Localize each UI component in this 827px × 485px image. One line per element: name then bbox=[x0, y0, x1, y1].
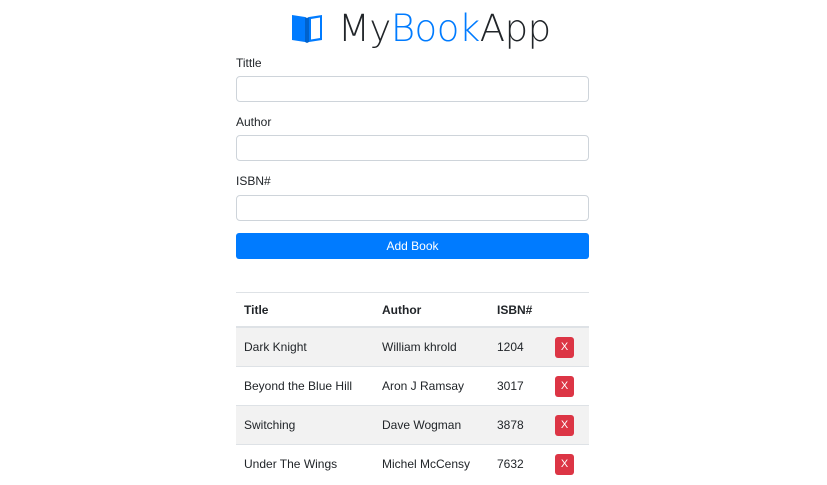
app-title: MyBookApp bbox=[338, 10, 551, 47]
book-isbn-cell: 3878 bbox=[489, 405, 547, 445]
isbn-label: ISBN# bbox=[236, 174, 271, 188]
book-actions-cell: X bbox=[547, 444, 589, 483]
book-title-cell: Beyond the Blue Hill bbox=[236, 366, 374, 406]
column-header-title: Title bbox=[236, 292, 374, 328]
column-header-actions bbox=[547, 292, 589, 328]
author-input[interactable] bbox=[236, 135, 589, 161]
isbn-input[interactable] bbox=[236, 195, 589, 221]
brand-prefix: My bbox=[338, 6, 391, 50]
book-title-cell: Switching bbox=[236, 405, 374, 445]
brand-accent: Book bbox=[390, 6, 480, 50]
table-row: Switching Dave Wogman 3878 X bbox=[236, 405, 589, 445]
delete-book-button[interactable]: X bbox=[555, 375, 574, 397]
column-header-isbn: ISBN# bbox=[489, 292, 547, 328]
book-list: Dark Knight William khrold 1204 X Beyond… bbox=[236, 326, 589, 483]
book-title-cell: Dark Knight bbox=[236, 326, 374, 367]
book-isbn-cell: 1204 bbox=[489, 326, 547, 367]
book-actions-cell: X bbox=[547, 405, 589, 445]
title-label: Tittle bbox=[236, 56, 262, 70]
book-title-cell: Under The Wings bbox=[236, 444, 374, 483]
column-header-author: Author bbox=[374, 292, 489, 328]
table-row: Dark Knight William khrold 1204 X bbox=[236, 326, 589, 367]
book-author-cell: Dave Wogman bbox=[374, 405, 489, 445]
book-list-table: Title Author ISBN# Dark Knight William k… bbox=[236, 292, 589, 483]
app-brand: MyBookApp bbox=[290, 4, 551, 52]
delete-book-button[interactable]: X bbox=[555, 336, 574, 358]
title-input[interactable] bbox=[236, 76, 589, 102]
author-label: Author bbox=[236, 115, 272, 129]
book-author-cell: Aron J Ramsay bbox=[374, 366, 489, 406]
book-actions-cell: X bbox=[547, 366, 589, 406]
book-actions-cell: X bbox=[547, 326, 589, 367]
book-open-icon bbox=[290, 11, 324, 45]
add-book-button[interactable]: Add Book bbox=[236, 233, 589, 259]
table-row: Beyond the Blue Hill Aron J Ramsay 3017 … bbox=[236, 366, 589, 406]
delete-book-button[interactable]: X bbox=[555, 453, 574, 475]
book-isbn-cell: 3017 bbox=[489, 366, 547, 406]
delete-book-button[interactable]: X bbox=[555, 414, 574, 436]
table-row: Under The Wings Michel McCensy 7632 X bbox=[236, 444, 589, 483]
book-isbn-cell: 7632 bbox=[489, 444, 547, 483]
book-author-cell: William khrold bbox=[374, 326, 489, 367]
book-author-cell: Michel McCensy bbox=[374, 444, 489, 483]
table-header-row: Title Author ISBN# bbox=[236, 292, 589, 328]
brand-suffix: App bbox=[479, 6, 551, 50]
